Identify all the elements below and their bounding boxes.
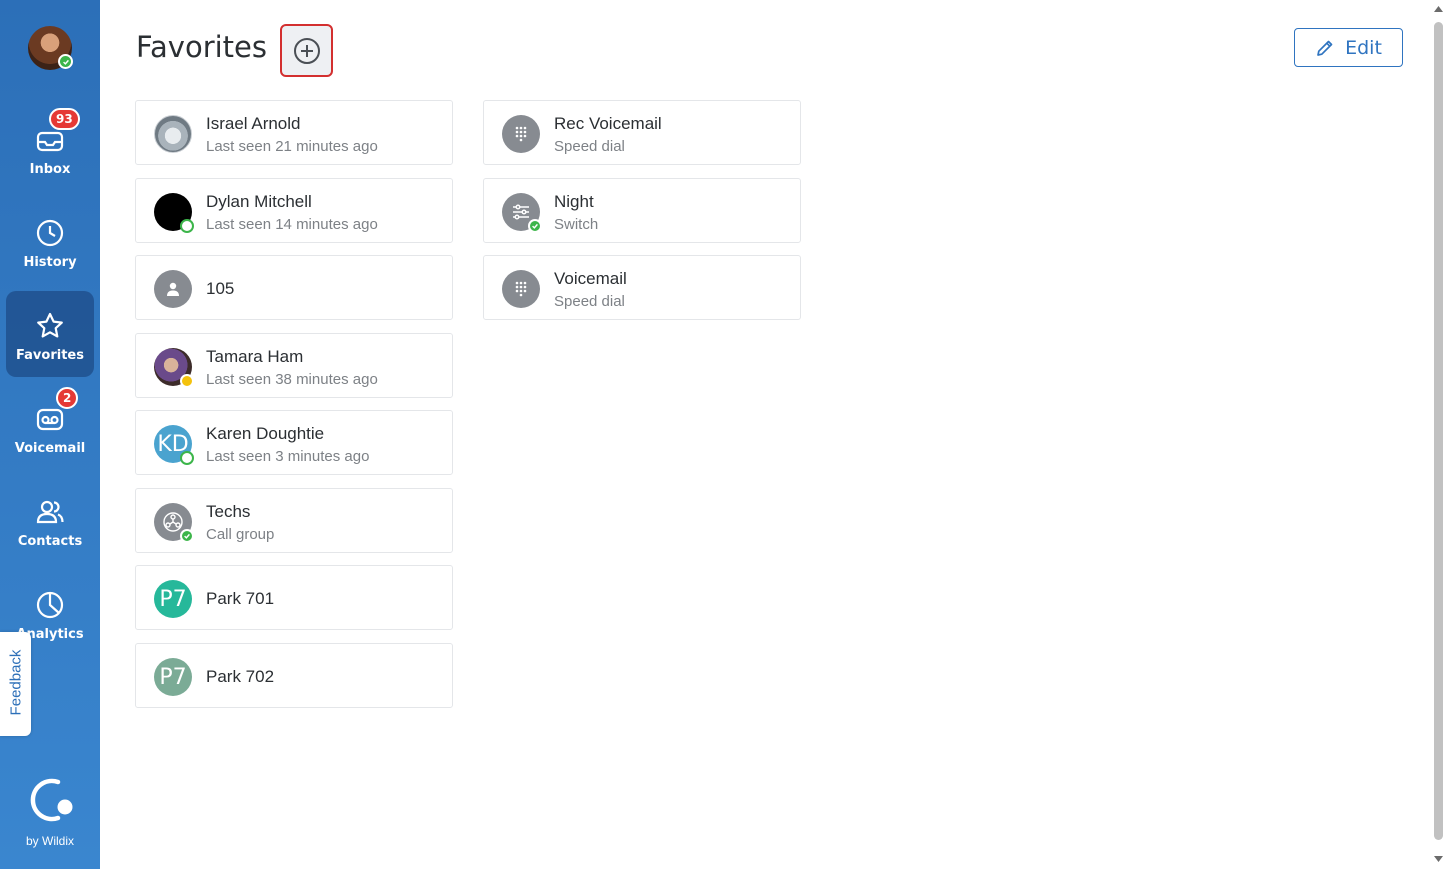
contact-name: Techs: [206, 502, 251, 521]
away-status-icon: [180, 374, 194, 388]
favorite-card-voicemail[interactable]: Voicemail Speed dial: [483, 255, 801, 320]
pencil-icon: [1317, 40, 1333, 56]
favorite-card-night[interactable]: Night Switch: [483, 178, 801, 243]
switch-icon: [502, 193, 542, 233]
voicemail-icon: [36, 408, 64, 431]
sidebar-item-label: History: [23, 255, 77, 270]
online-status-icon: [180, 219, 194, 233]
favorite-card-karen-doughtie[interactable]: KD Karen Doughtie Last seen 3 minutes ag…: [135, 410, 453, 475]
contact-status-text: Last seen 3 minutes ago: [206, 448, 370, 465]
favorite-card-105[interactable]: 105: [135, 255, 453, 320]
favorite-card-park-702[interactable]: P7 Park 702: [135, 643, 453, 708]
avatar: P7: [154, 658, 192, 696]
sidebar-item-label: Contacts: [17, 534, 83, 549]
wildix-logo-icon: [30, 778, 73, 822]
contact-name: Rec Voicemail: [554, 114, 662, 133]
feedback-tab[interactable]: Feedback: [0, 632, 31, 736]
avatar: KD: [154, 425, 194, 465]
contacts-icon: [36, 500, 64, 524]
contact-status-text: Last seen 38 minutes ago: [206, 371, 378, 388]
scroll-down-icon[interactable]: [1433, 853, 1444, 864]
contact-status-text: Speed dial: [554, 138, 625, 155]
plus-circle-icon: [293, 37, 320, 64]
contact-name: Voicemail: [554, 269, 627, 288]
favorite-card-rec-voicemail[interactable]: Rec Voicemail Speed dial: [483, 100, 801, 165]
dialpad-icon: [502, 270, 540, 308]
avatar: [154, 193, 194, 233]
contact-status-text: Switch: [554, 216, 599, 233]
avatar: [154, 115, 192, 153]
favorite-card-techs[interactable]: Techs Call group: [135, 488, 453, 553]
user-icon: [154, 270, 192, 308]
scrollbar-thumb[interactable]: [1434, 22, 1443, 840]
voicemail-badge: 2: [56, 387, 79, 409]
contact-name: Park 702: [206, 667, 275, 686]
online-status-icon: [58, 54, 73, 69]
page-title: Favorites: [136, 30, 267, 64]
inbox-badge: 93: [49, 108, 80, 130]
sidebar-item-label: Favorites: [16, 348, 84, 363]
call-group-icon: [154, 503, 194, 543]
avatar: [154, 348, 194, 388]
online-status-icon: [180, 451, 194, 465]
dialpad-icon: [502, 115, 540, 153]
contact-status-text: Speed dial: [554, 293, 625, 310]
available-status-icon: [528, 219, 542, 233]
sidebar-item-voicemail[interactable]: 2 Voicemail: [6, 384, 94, 470]
avatar: P7: [154, 580, 192, 618]
clock-icon: [36, 219, 64, 247]
favorite-card-tamara-ham[interactable]: Tamara Ham Last seen 38 minutes ago: [135, 333, 453, 398]
user-avatar[interactable]: [28, 26, 73, 70]
contact-status-text: Last seen 14 minutes ago: [206, 216, 378, 233]
contact-name: Night: [554, 192, 594, 211]
sidebar-item-label: Voicemail: [14, 441, 86, 456]
feedback-label: Feedback: [7, 649, 25, 716]
contact-name: Park 701: [206, 589, 275, 608]
favorite-card-park-701[interactable]: P7 Park 701: [135, 565, 453, 630]
contact-status-text: Last seen 21 minutes ago: [206, 138, 378, 155]
sidebar: 93 Inbox History Favorites 2 Voicemail C…: [0, 0, 100, 869]
scroll-up-icon[interactable]: [1433, 4, 1444, 15]
add-favorite-button[interactable]: [280, 24, 333, 77]
contact-name: Karen Doughtie: [206, 424, 325, 443]
avatar-initials: P7: [159, 586, 187, 612]
edit-button[interactable]: Edit: [1294, 28, 1403, 67]
contact-name: Israel Arnold: [206, 114, 301, 133]
sidebar-item-inbox[interactable]: 93 Inbox: [6, 105, 94, 191]
sidebar-item-label: Inbox: [29, 162, 71, 177]
contact-name: 105: [206, 279, 235, 298]
favorite-card-dylan-mitchell[interactable]: Dylan Mitchell Last seen 14 minutes ago: [135, 178, 453, 243]
sidebar-item-favorites[interactable]: Favorites: [6, 291, 94, 377]
pie-chart-icon: [36, 591, 64, 619]
edit-label: Edit: [1345, 36, 1382, 59]
brand-text: by Wildix: [25, 834, 74, 848]
sidebar-item-history[interactable]: History: [6, 198, 94, 284]
vertical-scrollbar[interactable]: [1430, 0, 1447, 869]
favorite-card-israel-arnold[interactable]: Israel Arnold Last seen 21 minutes ago: [135, 100, 453, 165]
avatar-initials: P7: [159, 664, 187, 690]
available-status-icon: [180, 529, 194, 543]
contact-name: Dylan Mitchell: [206, 192, 312, 211]
contact-status-text: Call group: [206, 526, 275, 543]
star-icon: [37, 312, 63, 338]
sidebar-item-contacts[interactable]: Contacts: [6, 477, 94, 563]
contact-name: Tamara Ham: [206, 347, 304, 366]
